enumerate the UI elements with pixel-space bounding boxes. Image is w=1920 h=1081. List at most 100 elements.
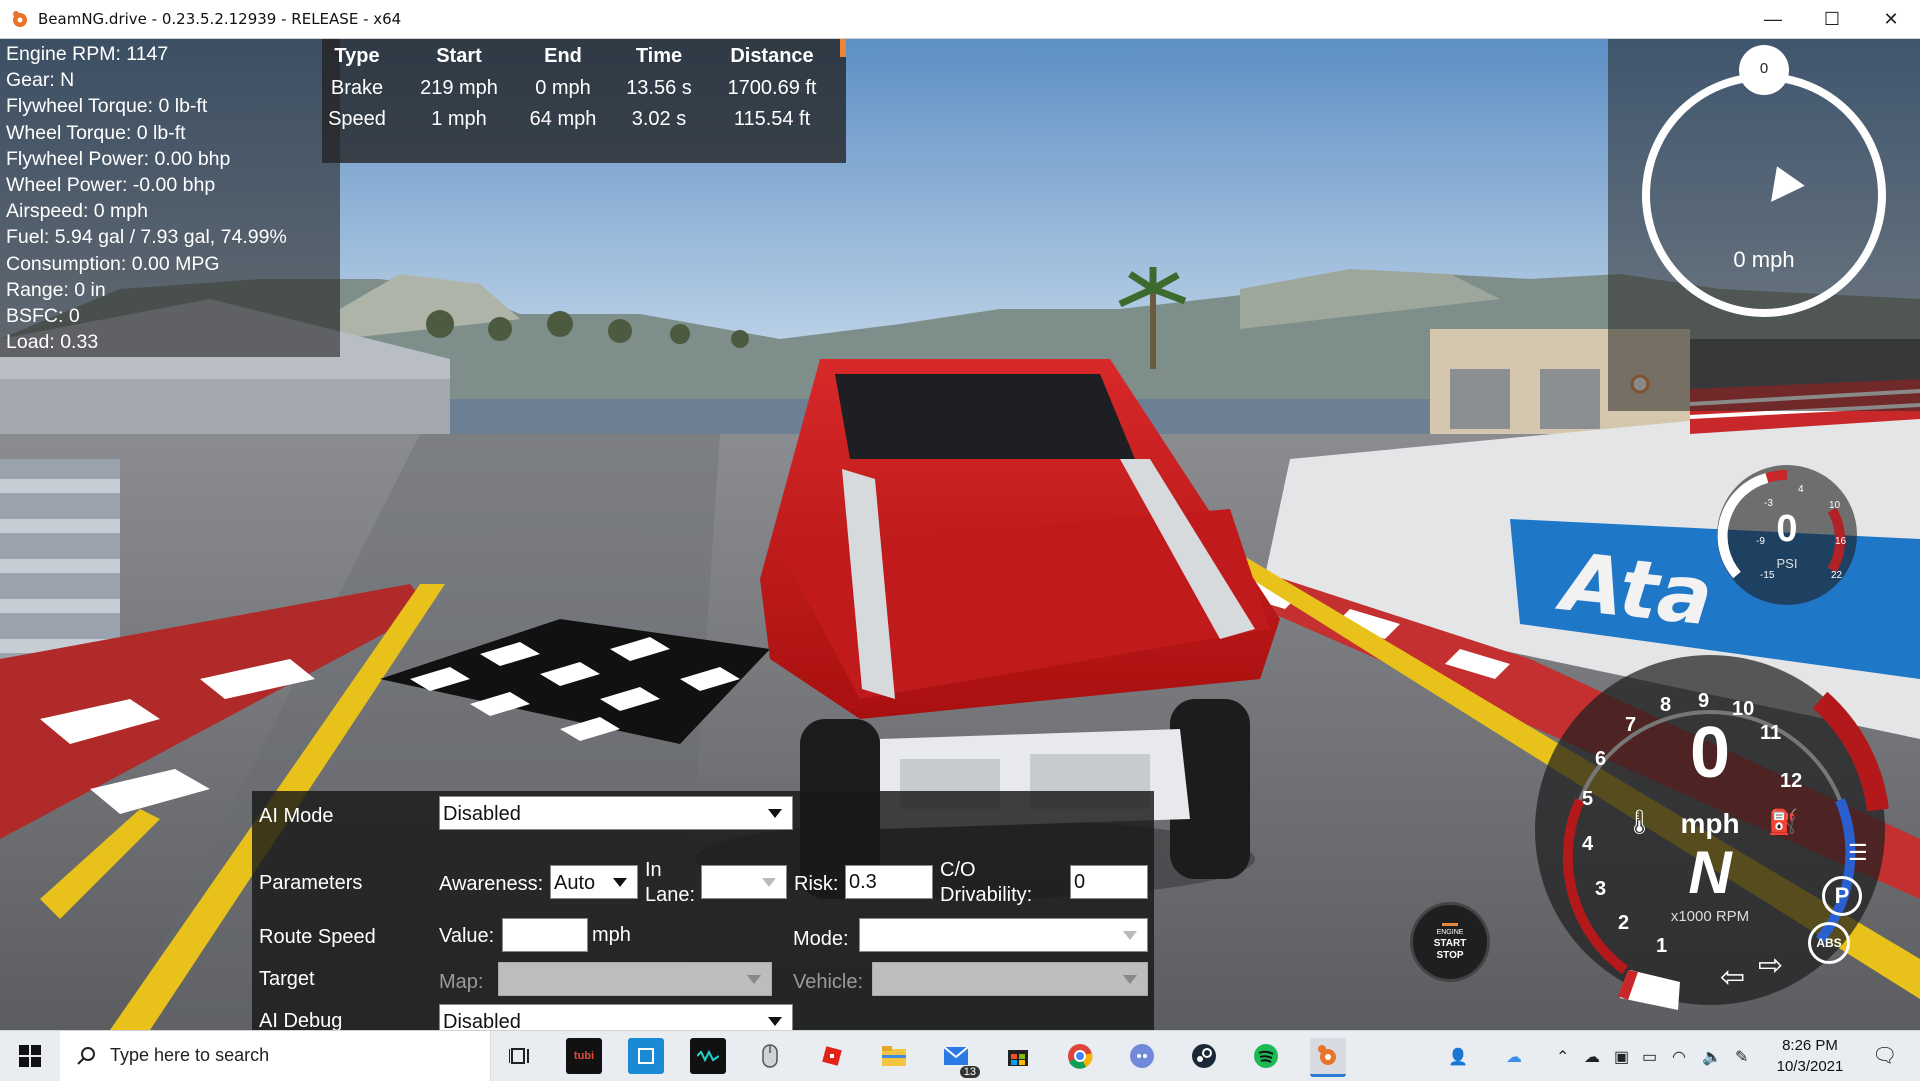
windows-taskbar: Type here to search tubi 13 👤 ☁ ⌃ ☁ ▣ ▭ … [0,1030,1920,1081]
boost-tick: 4 [1798,484,1804,495]
spotify-app-icon[interactable] [1248,1038,1284,1074]
onedrive-icon[interactable]: ☁ [1506,1047,1522,1067]
minimize-button[interactable]: — [1744,0,1802,38]
speed-compass-widget: 0 0 mph [1608,39,1920,411]
ai-mode-value: Disabled [443,803,521,825]
vehicle-label: Vehicle: [793,971,864,993]
show-hidden-icons-icon[interactable]: ⌃ [1556,1047,1569,1067]
boost-tick: -3 [1764,498,1773,509]
people-icon[interactable]: 👤 [1448,1047,1468,1067]
right-turn-signal-icon: ⇨ [1758,949,1784,982]
discord-app-icon[interactable] [1124,1038,1160,1074]
ai-mode-select[interactable]: Disabled [439,796,793,830]
boost-tick: -9 [1756,536,1765,547]
taskbar-search-box[interactable]: Type here to search [60,1031,491,1081]
windows-logo-icon [19,1045,41,1067]
headlight-icon: ☰ [1848,840,1868,865]
tach-gear: N [1688,839,1732,906]
table-cell: 115.54 ft [733,108,811,130]
vehicle-select[interactable] [872,962,1148,996]
in-lane-select[interactable] [701,865,787,899]
chevron-down-icon [1123,975,1137,984]
beamng-taskbar-icon[interactable] [1310,1038,1346,1077]
store-app-icon[interactable] [1000,1038,1036,1074]
heading-value: 0 [1759,60,1769,77]
map-select[interactable] [498,962,772,996]
chrome-app-icon[interactable] [1062,1038,1098,1074]
pen-icon[interactable]: ✎ [1735,1047,1748,1067]
tach-speed-value: 0 [1689,713,1731,793]
table-cell: 1 mph [431,108,487,130]
co-drivability-label: Drivability: [940,884,1033,906]
boost-tick: 10 [1829,500,1841,511]
battery-icon[interactable]: ▭ [1642,1047,1657,1067]
task-view-icon[interactable] [502,1038,538,1074]
table-header: Type [334,45,380,67]
table-header: Time [635,45,683,67]
boost-tick: 22 [1831,570,1843,581]
mouse-app-icon[interactable] [752,1038,788,1074]
cloud-sync-icon[interactable]: ☁ [1584,1047,1600,1067]
note-app-icon[interactable] [628,1038,664,1074]
mail-app-icon[interactable]: 13 [938,1038,980,1078]
telemetry-line: Consumption: 0.00 MPG [6,253,220,275]
device-icon[interactable]: ▣ [1614,1047,1629,1067]
mode-label: Mode: [793,928,849,950]
risk-input[interactable] [845,865,933,899]
chevron-down-icon [613,878,627,887]
awareness-select[interactable]: Auto [550,865,638,899]
tach-number: 9 [1698,690,1710,712]
temperature-icon: 🌡 [1624,809,1655,836]
ai-mode-label: AI Mode [259,805,334,827]
table-header: Distance [730,45,814,67]
tach-number: 4 [1582,833,1594,855]
in-lane-label: Lane: [645,884,696,906]
boost-tick: 16 [1835,536,1847,547]
wave-app-icon[interactable] [690,1038,726,1074]
taskbar-clock[interactable]: 8:26 PM 10/3/2021 [1770,1035,1850,1077]
search-placeholder: Type here to search [110,1045,270,1065]
tach-number: 1 [1656,935,1668,957]
table-cell: 13.56 s [626,77,692,99]
table-header: End [544,45,582,67]
tach-number: 7 [1625,714,1637,736]
awareness-label: Awareness: [439,873,544,895]
speed-readout: 0 mph [1733,247,1795,272]
value-label: Value: [439,925,495,947]
target-label: Target [259,968,315,990]
start-button[interactable] [0,1031,60,1081]
tubi-app-icon[interactable]: tubi [566,1038,602,1074]
route-mode-select[interactable] [859,918,1148,952]
boost-value: 0 [1776,508,1798,550]
co-drivability-input[interactable] [1070,865,1148,899]
telemetry-line: Range: 0 in [6,279,106,301]
table-cell: 64 mph [529,108,597,130]
engine-start-stop-button[interactable]: ENGINE START STOP [1410,902,1490,982]
telemetry-line: Fuel: 5.94 gal / 7.93 gal, 74.99% [6,226,287,248]
volume-icon[interactable]: 🔈 [1702,1047,1722,1067]
notifications-icon[interactable]: 🗨 [1872,1043,1897,1068]
table-cell: 1700.69 ft [727,77,817,99]
wifi-icon[interactable]: ◠ [1672,1047,1686,1067]
maximize-button[interactable]: ☐ [1803,0,1861,38]
close-button[interactable]: ✕ [1862,0,1920,38]
tach-number: 3 [1595,878,1607,900]
route-speed-input[interactable] [502,918,588,952]
svg-text:Ata: Ata [1552,535,1717,644]
fuel-pump-icon: ⛽ [1768,809,1798,836]
tach-number: 2 [1618,912,1630,934]
file-explorer-icon[interactable] [876,1038,912,1074]
tach-number: 11 [1760,722,1782,744]
telemetry-line: Wheel Torque: 0 lb-ft [6,122,186,144]
steam-app-icon[interactable] [1186,1038,1222,1074]
abs-icon: ABS [1808,922,1850,964]
telemetry-line: Wheel Power: -0.00 bhp [6,174,216,196]
mph-label: mph [592,924,631,946]
awareness-value: Auto [554,872,596,894]
telemetry-line: Gear: N [6,69,75,91]
boost-unit: PSI [1776,556,1798,571]
tach-number: 5 [1582,788,1594,810]
roblox-app-icon[interactable] [814,1038,850,1074]
left-turn-signal-icon: ⇦ [1720,961,1746,994]
search-icon [77,1047,95,1065]
